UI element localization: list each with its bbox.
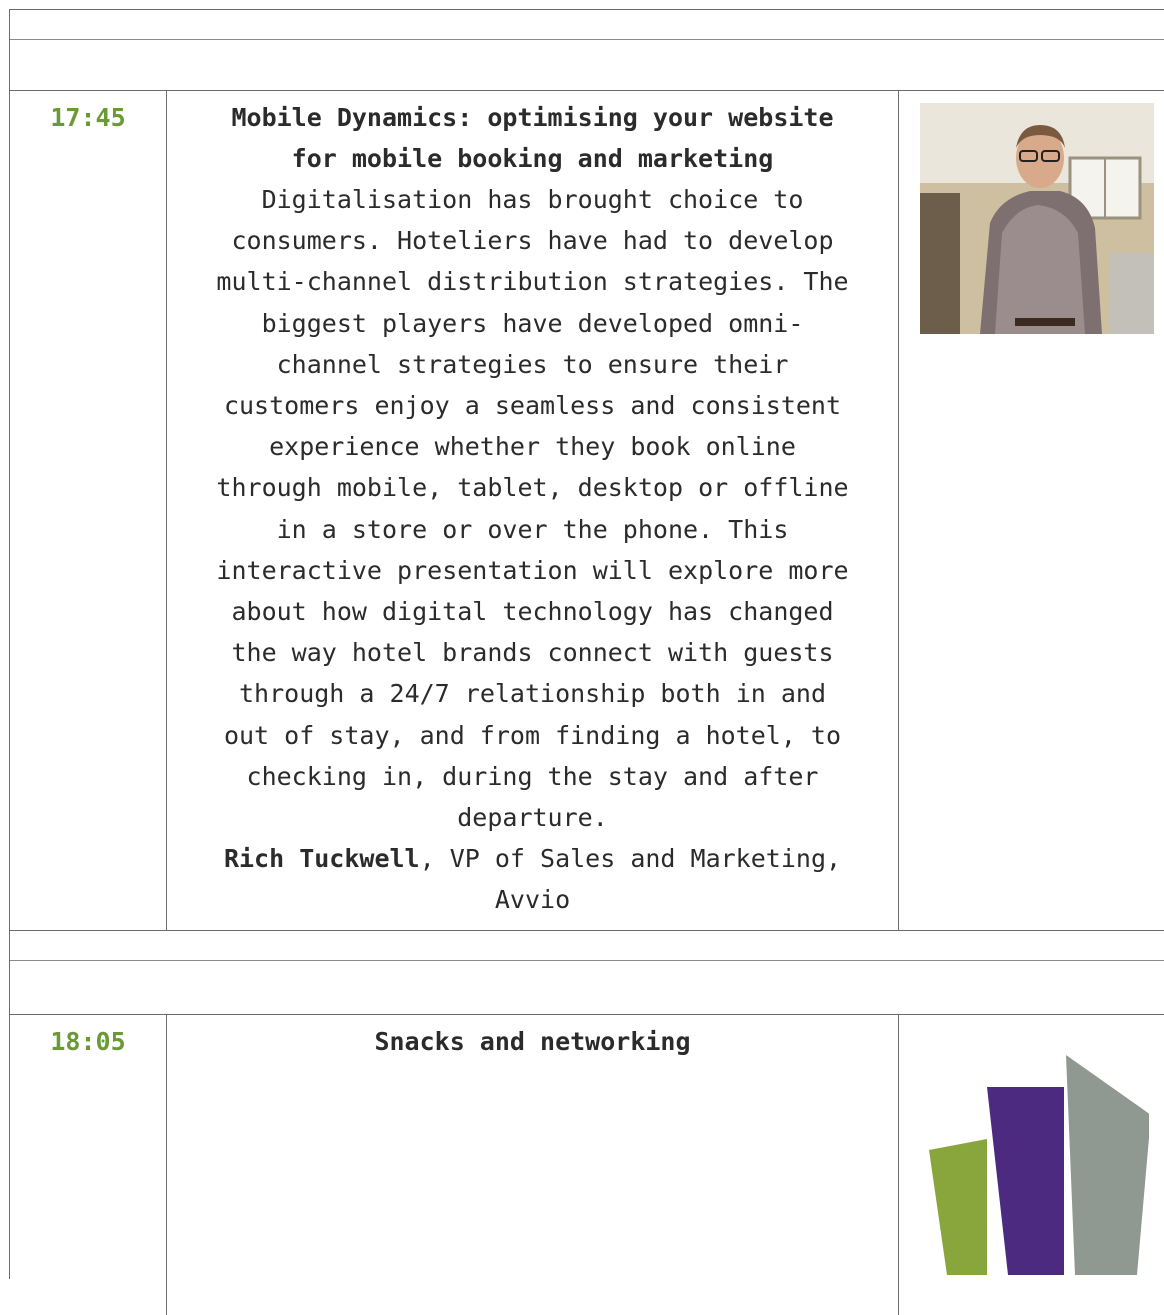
description-line: through mobile, tablet, desktop or offli… xyxy=(216,473,849,503)
description-line: checking in, during the stay and after xyxy=(246,761,819,791)
time-cell: 18:05 xyxy=(10,1015,167,1315)
session-description: Digitalisation has brought choice to con… xyxy=(179,179,886,838)
description-line: out of stay, and from finding a hotel, t… xyxy=(223,720,842,750)
session-title-line: for mobile booking and marketing xyxy=(291,144,774,173)
description-cell: Mobile Dynamics: optimising your website… xyxy=(167,91,899,930)
speaker-line: Rich Tuckwell, VP of Sales and Marketing… xyxy=(179,838,886,879)
session-row: 17:45 Mobile Dynamics: optimising your w… xyxy=(10,91,1164,931)
description-line: consumers. Hoteliers have had to develop xyxy=(231,226,834,256)
description-line: experience whether they book online xyxy=(269,432,796,462)
spacer-row xyxy=(10,10,1164,91)
description-line: multi-channel distribution strategies. T… xyxy=(216,267,849,297)
speaker-credit: Rich Tuckwell, VP of Sales and Marketing… xyxy=(179,838,886,920)
speaker-role: , VP of Sales and Marketing, xyxy=(419,844,842,874)
speaker-name: Rich Tuckwell xyxy=(223,844,420,874)
session-time: 17:45 xyxy=(50,103,126,132)
image-cell xyxy=(899,1015,1164,1315)
description-cell: Snacks and networking xyxy=(167,1015,899,1315)
description-line: about how digital technology has changed xyxy=(231,597,834,627)
image-cell xyxy=(899,91,1164,930)
description-line: through a 24/7 relationship both in and xyxy=(239,679,826,709)
time-cell: 17:45 xyxy=(10,91,167,930)
session-title: Snacks and networking xyxy=(374,1027,691,1056)
speaker-company: Avvio xyxy=(494,885,571,915)
description-line: in a store or over the phone. This xyxy=(276,514,789,544)
divider xyxy=(10,39,1164,40)
description-line: channel strategies to ensure their xyxy=(276,349,789,379)
organiser-logo xyxy=(929,1055,1149,1275)
description-line: Digitalisation has brought choice to xyxy=(261,185,804,214)
spacer-row xyxy=(10,931,1164,1015)
description-line: the way hotel brands connect with guests xyxy=(231,638,834,668)
description-line: departure. xyxy=(457,803,608,833)
description-line: customers enjoy a seamless and consisten… xyxy=(223,391,842,421)
divider xyxy=(10,960,1164,961)
session-row: 18:05 Snacks and networking xyxy=(10,1015,1164,1315)
session-title-line: Mobile Dynamics: optimising your website xyxy=(231,103,834,132)
description-line: interactive presentation will explore mo… xyxy=(216,555,849,585)
speaker-photo xyxy=(920,103,1154,334)
session-title: Mobile Dynamics: optimising your website… xyxy=(179,97,886,179)
description-line: biggest players have developed omni- xyxy=(261,308,804,338)
session-time: 18:05 xyxy=(50,1027,126,1056)
agenda-table: 17:45 Mobile Dynamics: optimising your w… xyxy=(9,9,1164,1315)
